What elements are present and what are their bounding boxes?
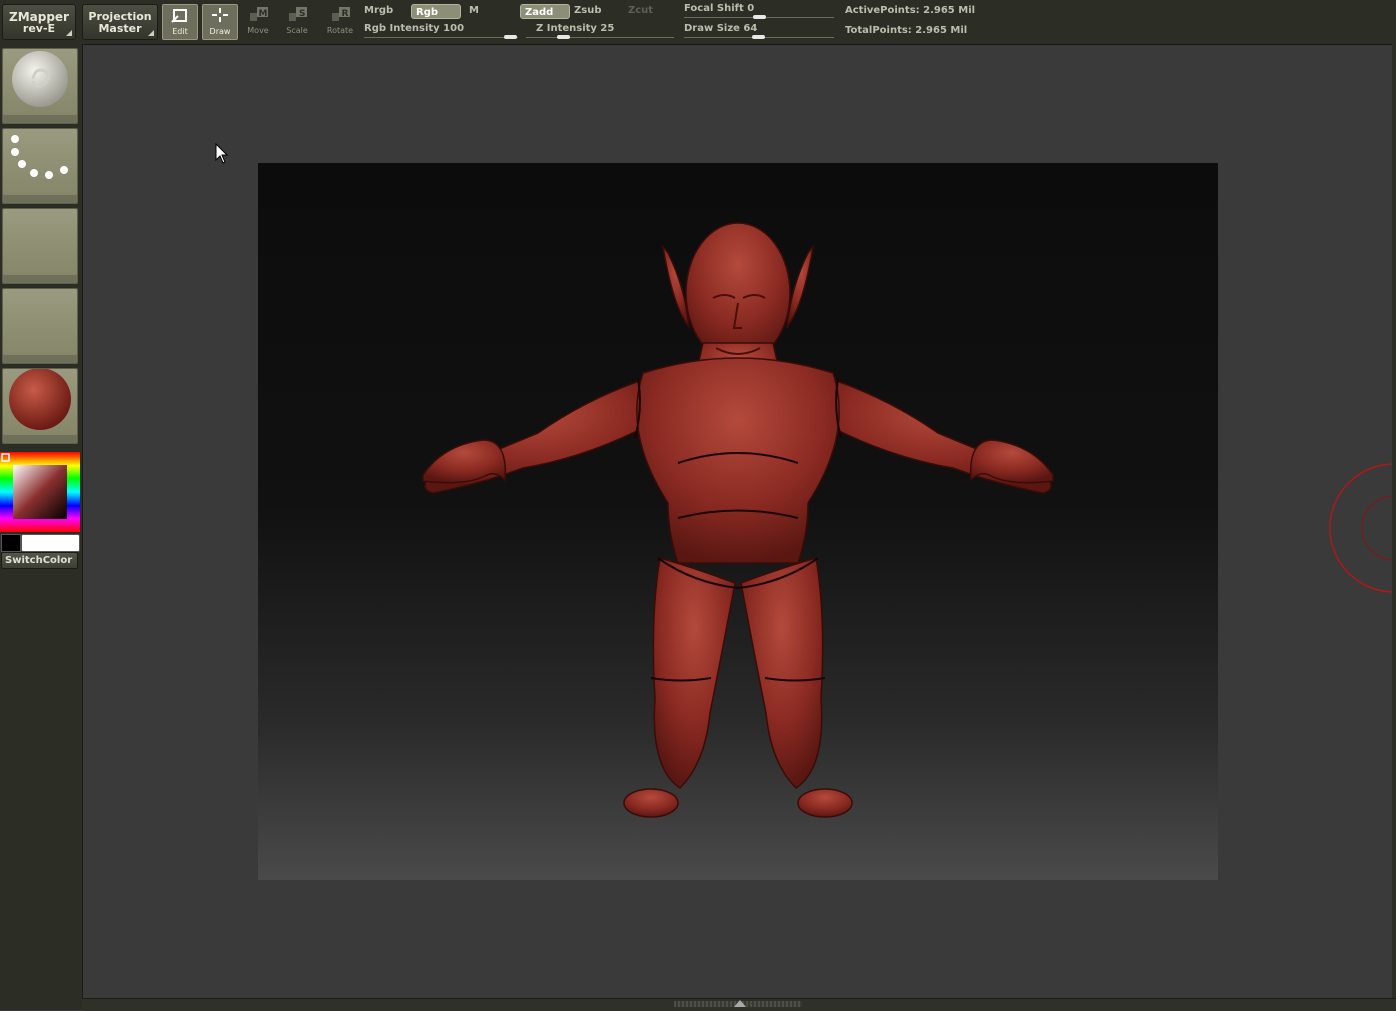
main-color-swatch[interactable] xyxy=(21,534,80,552)
rotate-label: Rotate xyxy=(326,26,354,35)
goblin-model xyxy=(422,222,1054,818)
edit-icon xyxy=(163,5,197,27)
move-icon: M xyxy=(240,4,276,26)
zsub-toggle[interactable]: Zsub xyxy=(574,5,601,16)
rotate-button[interactable]: R Rotate xyxy=(322,4,358,40)
rotate-icon: R xyxy=(322,4,358,26)
slot-shelf xyxy=(3,355,77,363)
top-toolbar: ZMapper rev-E Projection Master Edit Dra… xyxy=(0,0,1396,45)
svg-text:S: S xyxy=(299,9,305,19)
rgb-intensity-knob[interactable] xyxy=(504,35,517,39)
svg-text:M: M xyxy=(259,9,268,19)
document-canvas[interactable] xyxy=(258,163,1218,880)
draw-label: Draw xyxy=(209,27,231,36)
mouse-pointer-icon xyxy=(215,143,229,164)
draw-button[interactable]: Draw xyxy=(202,4,238,40)
m-toggle[interactable]: M xyxy=(469,5,479,16)
edit-button[interactable]: Edit xyxy=(162,4,198,40)
mrgb-toggle[interactable]: Mrgb xyxy=(364,5,393,16)
slot-shelf xyxy=(3,435,77,443)
zmapper-button[interactable]: ZMapper rev-E xyxy=(2,4,76,40)
color-picker[interactable] xyxy=(0,452,80,532)
move-label: Move xyxy=(247,26,269,35)
zmapper-sublabel: rev-E xyxy=(22,22,56,35)
scale-icon: S xyxy=(279,4,315,26)
expand-up-icon[interactable] xyxy=(734,1000,746,1007)
stroke-dots-icon xyxy=(11,135,68,179)
empty-slot[interactable] xyxy=(2,208,78,284)
active-points-readout: ActivePoints: 2.965 Mil xyxy=(845,5,976,16)
stroke-slot[interactable] xyxy=(2,128,78,204)
projection-master-button[interactable]: Projection Master xyxy=(82,4,158,40)
left-shelf: SwitchColor xyxy=(0,44,83,1010)
total-points-readout: TotalPoints: 2.965 Mil xyxy=(845,25,968,36)
scale-label: Scale xyxy=(286,26,308,35)
corner-arrow-icon xyxy=(148,30,154,36)
color-picker-gradient xyxy=(0,452,80,532)
master-label: Master xyxy=(98,22,142,35)
draw-size-knob[interactable] xyxy=(752,35,765,39)
empty-slot[interactable] xyxy=(2,288,78,364)
scale-button[interactable]: S Scale xyxy=(279,4,315,40)
rgb-intensity-slider[interactable] xyxy=(364,37,518,38)
move-button[interactable]: M Move xyxy=(240,4,276,40)
slot-shelf xyxy=(3,195,77,203)
z-intensity-label: Z Intensity 25 xyxy=(536,23,615,34)
red-material-slot[interactable] xyxy=(2,368,78,444)
rgb-intensity-label: Rgb Intensity 100 xyxy=(364,23,465,34)
draw-icon xyxy=(203,5,237,27)
rgb-toggle[interactable]: Rgb xyxy=(411,4,461,19)
draw-size-label: Draw Size 64 xyxy=(684,23,758,34)
zadd-toggle[interactable]: Zadd xyxy=(520,4,570,19)
bottom-shelf xyxy=(82,998,1396,1011)
zcut-toggle[interactable]: Zcut xyxy=(628,5,653,16)
red-material-sphere-icon xyxy=(9,368,71,430)
material-slot[interactable] xyxy=(2,48,78,124)
corner-arrow-icon xyxy=(66,30,72,36)
edit-label: Edit xyxy=(172,27,188,36)
slot-shelf xyxy=(3,275,77,283)
slot-shelf xyxy=(3,115,77,123)
material-sphere-icon xyxy=(12,51,68,107)
svg-text:R: R xyxy=(342,9,349,19)
focal-shift-label: Focal Shift 0 xyxy=(684,3,755,14)
z-intensity-slider[interactable] xyxy=(526,37,674,38)
brush-cursor-ring xyxy=(1329,463,1396,593)
switch-color-button[interactable]: SwitchColor xyxy=(1,552,78,569)
secondary-color-swatch[interactable] xyxy=(1,534,21,552)
focal-shift-knob[interactable] xyxy=(753,15,766,19)
z-intensity-knob[interactable] xyxy=(557,35,570,39)
right-shelf-edge xyxy=(1392,44,1396,998)
